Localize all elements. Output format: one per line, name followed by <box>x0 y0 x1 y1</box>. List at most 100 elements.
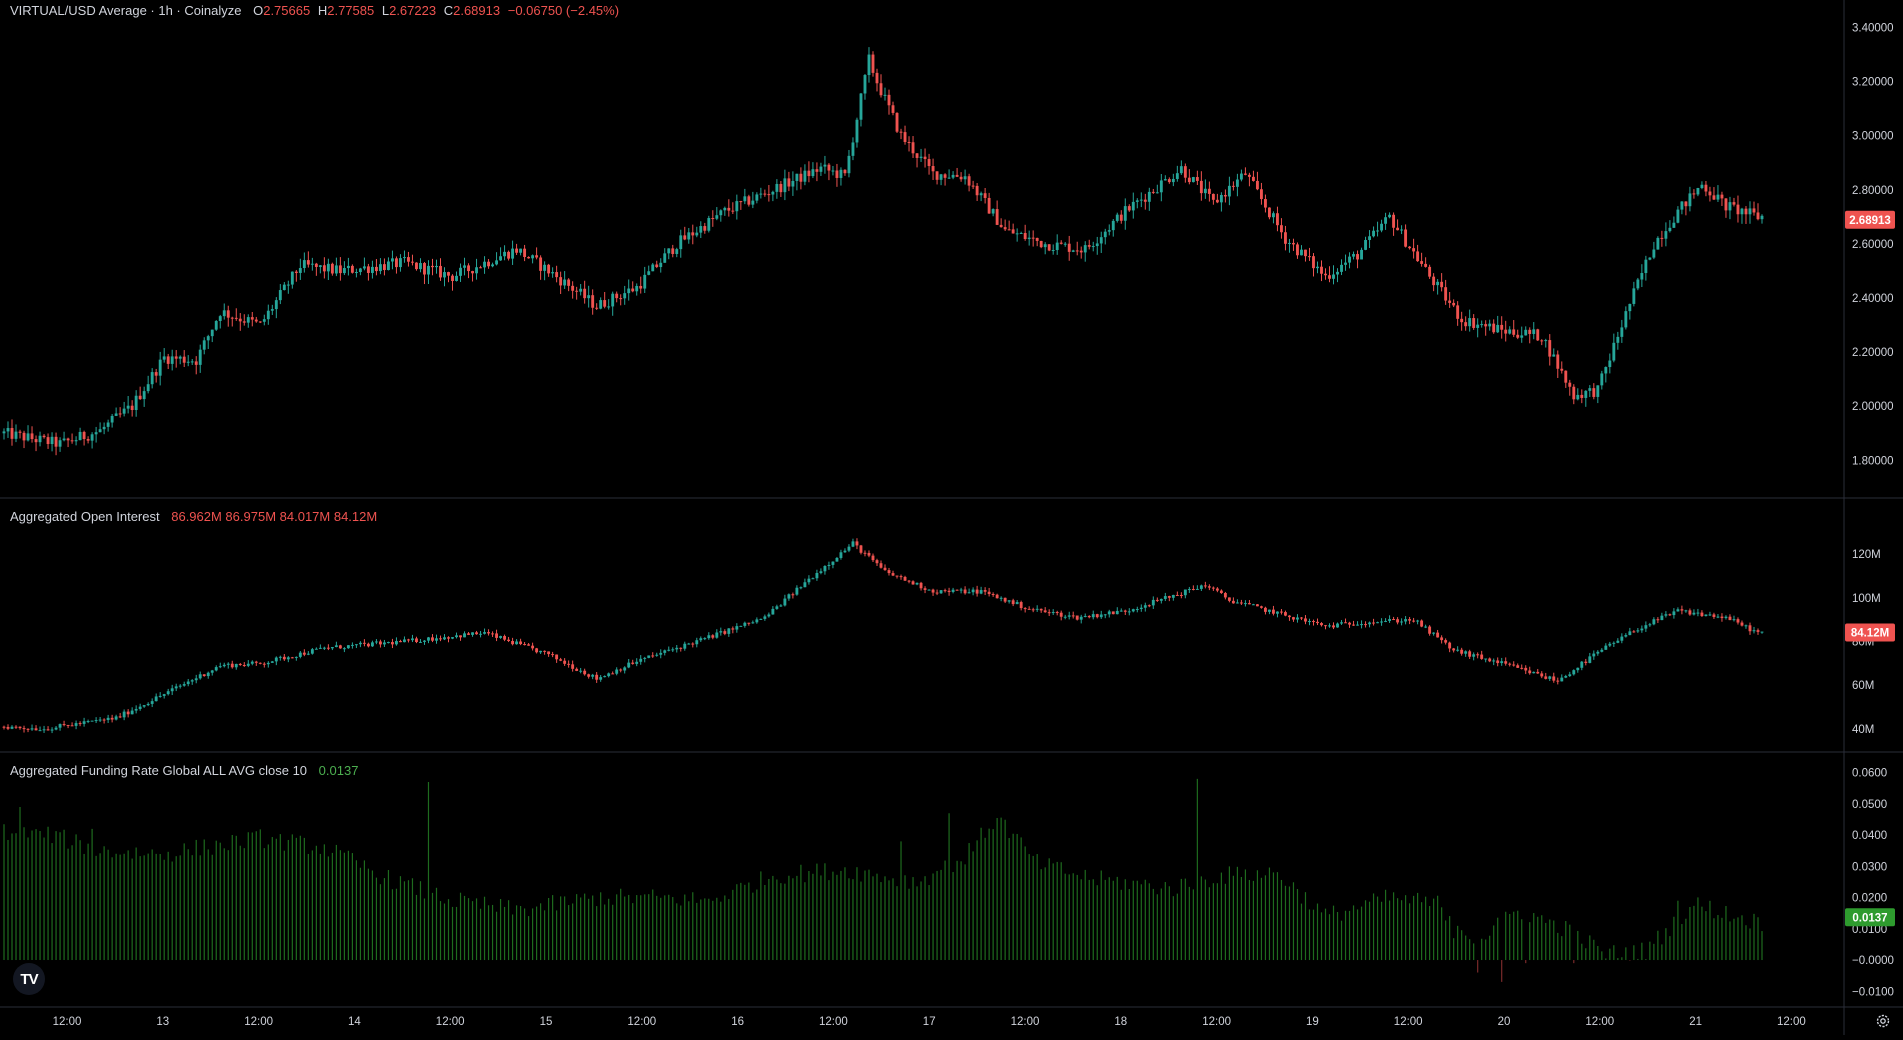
candle[interactable] <box>1071 611 1075 619</box>
candle[interactable] <box>839 549 843 560</box>
candle[interactable] <box>1684 609 1688 613</box>
candle[interactable] <box>1588 385 1592 397</box>
candle[interactable] <box>1540 339 1544 346</box>
candle[interactable] <box>78 427 82 441</box>
candle[interactable] <box>1464 650 1468 657</box>
candle[interactable] <box>1728 614 1732 621</box>
candle[interactable] <box>1167 595 1171 602</box>
candle[interactable] <box>1095 236 1099 255</box>
candle[interactable] <box>102 422 106 435</box>
candle[interactable] <box>751 620 755 624</box>
candle[interactable] <box>1284 610 1287 617</box>
candle[interactable] <box>1023 607 1027 613</box>
candle[interactable] <box>411 254 414 266</box>
candle[interactable] <box>1340 259 1343 276</box>
candle[interactable] <box>707 632 711 640</box>
candle[interactable] <box>258 321 262 324</box>
candle[interactable] <box>82 430 86 446</box>
candle[interactable] <box>1199 584 1203 592</box>
candle[interactable] <box>186 355 190 367</box>
candle[interactable] <box>1155 597 1159 602</box>
candle[interactable] <box>1296 614 1299 623</box>
candle[interactable] <box>342 261 346 276</box>
candle[interactable] <box>1087 239 1091 250</box>
candle[interactable] <box>431 258 434 276</box>
candle[interactable] <box>835 556 839 562</box>
candle[interactable] <box>619 294 623 306</box>
candle[interactable] <box>843 169 847 176</box>
candle[interactable] <box>403 636 406 643</box>
candle[interactable] <box>963 169 967 185</box>
candle[interactable] <box>1664 222 1668 247</box>
candle[interactable] <box>178 355 182 365</box>
candle[interactable] <box>475 630 478 635</box>
candle[interactable] <box>715 207 719 221</box>
candle[interactable] <box>663 649 667 656</box>
candle[interactable] <box>366 263 370 281</box>
candle[interactable] <box>1448 641 1452 653</box>
candle[interactable] <box>975 585 979 597</box>
candle[interactable] <box>1736 195 1740 223</box>
candle[interactable] <box>659 649 663 659</box>
candle[interactable] <box>1251 170 1255 182</box>
candle[interactable] <box>919 581 923 591</box>
candle[interactable] <box>1732 197 1736 207</box>
candle[interactable] <box>306 651 310 656</box>
candle[interactable] <box>607 672 611 678</box>
candle[interactable] <box>1484 320 1488 336</box>
candle[interactable] <box>627 279 631 301</box>
candle[interactable] <box>587 673 591 679</box>
candle[interactable] <box>182 350 186 368</box>
candle[interactable] <box>443 634 446 641</box>
candle[interactable] <box>1268 609 1271 615</box>
candle[interactable] <box>1716 614 1720 619</box>
candle[interactable] <box>66 437 70 448</box>
candle[interactable] <box>158 351 162 386</box>
candle[interactable] <box>951 587 955 594</box>
candle[interactable] <box>819 568 823 575</box>
candle[interactable] <box>747 622 751 626</box>
candle[interactable] <box>891 101 895 116</box>
candle[interactable] <box>262 662 266 668</box>
candle[interactable] <box>443 267 446 287</box>
candle[interactable] <box>1255 604 1259 607</box>
candle[interactable] <box>1388 615 1392 623</box>
candle[interactable] <box>378 258 382 275</box>
candle[interactable] <box>30 724 34 731</box>
candle[interactable] <box>178 684 182 689</box>
candle[interactable] <box>527 643 531 646</box>
candle[interactable] <box>1640 625 1644 633</box>
candle[interactable] <box>639 276 643 294</box>
candle[interactable] <box>563 658 567 666</box>
candle[interactable] <box>427 636 430 644</box>
candle[interactable] <box>1372 618 1375 626</box>
candle[interactable] <box>543 261 547 281</box>
candle[interactable] <box>567 660 571 668</box>
candle[interactable] <box>170 349 174 371</box>
candle[interactable] <box>1556 350 1560 378</box>
candle[interactable] <box>1207 181 1211 202</box>
candle[interactable] <box>483 628 486 635</box>
candle[interactable] <box>1167 177 1171 184</box>
candle[interactable] <box>1648 257 1652 261</box>
candle[interactable] <box>867 47 871 83</box>
candle[interactable] <box>1055 234 1059 255</box>
candle[interactable] <box>1396 219 1400 231</box>
candle[interactable] <box>407 638 410 643</box>
candle[interactable] <box>1259 605 1263 609</box>
candle[interactable] <box>1320 260 1323 282</box>
candle[interactable] <box>1452 647 1456 653</box>
candle[interactable] <box>38 431 42 447</box>
candle[interactable] <box>1680 605 1684 615</box>
candle[interactable] <box>98 716 102 723</box>
candle[interactable] <box>515 639 519 645</box>
candle[interactable] <box>1364 621 1367 628</box>
candle[interactable] <box>1348 252 1351 269</box>
candle[interactable] <box>955 167 959 178</box>
candle[interactable] <box>555 654 559 663</box>
candle[interactable] <box>591 673 595 680</box>
candle[interactable] <box>1424 257 1428 268</box>
candle[interactable] <box>1696 187 1700 197</box>
candle[interactable] <box>242 662 246 667</box>
candle[interactable] <box>1263 194 1267 213</box>
